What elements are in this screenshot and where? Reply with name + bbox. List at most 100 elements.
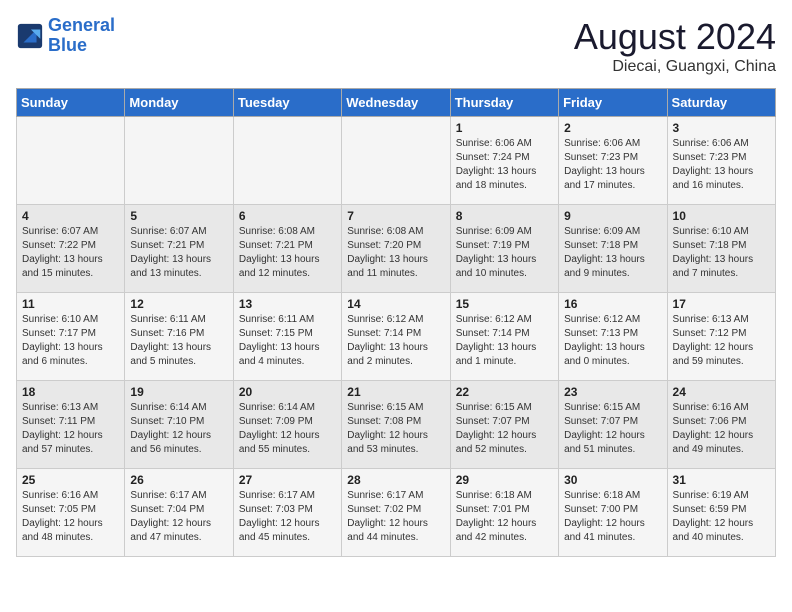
logo-text: General Blue <box>48 16 115 56</box>
day-number: 20 <box>239 385 336 399</box>
column-header-saturday: Saturday <box>667 89 775 117</box>
column-header-wednesday: Wednesday <box>342 89 450 117</box>
calendar-week-3: 11 Sunrise: 6:10 AM Sunset: 7:17 PM Dayli… <box>17 293 776 381</box>
day-number: 6 <box>239 209 336 223</box>
page-header: General Blue August 2024 Diecai, Guangxi… <box>16 16 776 76</box>
cell-content: Sunrise: 6:06 AM Sunset: 7:24 PM Dayligh… <box>456 137 553 193</box>
day-number: 8 <box>456 209 553 223</box>
cell-content: Sunrise: 6:06 AM Sunset: 7:23 PM Dayligh… <box>564 137 661 193</box>
day-number: 27 <box>239 473 336 487</box>
calendar-cell: 17 Sunrise: 6:13 AM Sunset: 7:12 PM Dayli… <box>667 293 775 381</box>
cell-content: Sunrise: 6:08 AM Sunset: 7:20 PM Dayligh… <box>347 225 444 281</box>
cell-content: Sunrise: 6:19 AM Sunset: 6:59 PM Dayligh… <box>673 489 770 545</box>
day-number: 5 <box>130 209 227 223</box>
day-number: 4 <box>22 209 119 223</box>
page-title: August 2024 <box>574 16 776 58</box>
day-number: 25 <box>22 473 119 487</box>
day-number: 31 <box>673 473 770 487</box>
day-number: 2 <box>564 121 661 135</box>
day-number: 15 <box>456 297 553 311</box>
day-number: 3 <box>673 121 770 135</box>
calendar-cell: 8 Sunrise: 6:09 AM Sunset: 7:19 PM Daylig… <box>450 205 558 293</box>
cell-content: Sunrise: 6:14 AM Sunset: 7:09 PM Dayligh… <box>239 401 336 457</box>
calendar-week-4: 18Sunrise: 6:13 AM Sunset: 7:11 PM Dayli… <box>17 381 776 469</box>
day-number: 18 <box>22 385 119 399</box>
cell-content: Sunrise: 6:15 AM Sunset: 7:07 PM Dayligh… <box>564 401 661 457</box>
calendar-cell: 4 Sunrise: 6:07 AM Sunset: 7:22 PM Daylig… <box>17 205 125 293</box>
day-number: 21 <box>347 385 444 399</box>
cell-content: Sunrise: 6:18 AM Sunset: 7:01 PM Dayligh… <box>456 489 553 545</box>
calendar-cell: 13Sunrise: 6:11 AM Sunset: 7:15 PM Dayli… <box>233 293 341 381</box>
day-number: 19 <box>130 385 227 399</box>
calendar-cell <box>125 117 233 205</box>
calendar-cell: 16 Sunrise: 6:12 AM Sunset: 7:13 PM Dayli… <box>559 293 667 381</box>
cell-content: Sunrise: 6:06 AM Sunset: 7:23 PM Dayligh… <box>673 137 770 193</box>
calendar-cell: 23 Sunrise: 6:15 AM Sunset: 7:07 PM Dayli… <box>559 381 667 469</box>
calendar-cell: 7 Sunrise: 6:08 AM Sunset: 7:20 PM Daylig… <box>342 205 450 293</box>
calendar-cell: 28 Sunrise: 6:17 AM Sunset: 7:02 PM Dayli… <box>342 469 450 557</box>
day-number: 17 <box>673 297 770 311</box>
cell-content: Sunrise: 6:11 AM Sunset: 7:15 PM Dayligh… <box>239 313 336 369</box>
cell-content: Sunrise: 6:08 AM Sunset: 7:21 PM Dayligh… <box>239 225 336 281</box>
cell-content: Sunrise: 6:13 AM Sunset: 7:12 PM Dayligh… <box>673 313 770 369</box>
day-number: 30 <box>564 473 661 487</box>
title-block: August 2024 Diecai, Guangxi, China <box>574 16 776 76</box>
column-header-monday: Monday <box>125 89 233 117</box>
calendar-cell: 15Sunrise: 6:12 AM Sunset: 7:14 PM Dayli… <box>450 293 558 381</box>
calendar-cell: 30Sunrise: 6:18 AM Sunset: 7:00 PM Dayli… <box>559 469 667 557</box>
calendar-cell: 6 Sunrise: 6:08 AM Sunset: 7:21 PM Daylig… <box>233 205 341 293</box>
day-number: 14 <box>347 297 444 311</box>
calendar-cell: 14Sunrise: 6:12 AM Sunset: 7:14 PM Dayli… <box>342 293 450 381</box>
calendar-week-2: 4 Sunrise: 6:07 AM Sunset: 7:22 PM Daylig… <box>17 205 776 293</box>
page-subtitle: Diecai, Guangxi, China <box>574 58 776 76</box>
calendar-header-row: SundayMondayTuesdayWednesdayThursdayFrid… <box>17 89 776 117</box>
cell-content: Sunrise: 6:12 AM Sunset: 7:13 PM Dayligh… <box>564 313 661 369</box>
logo: General Blue <box>16 16 115 56</box>
cell-content: Sunrise: 6:17 AM Sunset: 7:04 PM Dayligh… <box>130 489 227 545</box>
day-number: 23 <box>564 385 661 399</box>
day-number: 16 <box>564 297 661 311</box>
day-number: 28 <box>347 473 444 487</box>
cell-content: Sunrise: 6:07 AM Sunset: 7:22 PM Dayligh… <box>22 225 119 281</box>
day-number: 11 <box>22 297 119 311</box>
calendar-week-5: 25 Sunrise: 6:16 AM Sunset: 7:05 PM Dayli… <box>17 469 776 557</box>
calendar-cell: 5Sunrise: 6:07 AM Sunset: 7:21 PM Daylig… <box>125 205 233 293</box>
calendar-cell <box>233 117 341 205</box>
cell-content: Sunrise: 6:10 AM Sunset: 7:17 PM Dayligh… <box>22 313 119 369</box>
day-number: 7 <box>347 209 444 223</box>
cell-content: Sunrise: 6:09 AM Sunset: 7:19 PM Dayligh… <box>456 225 553 281</box>
cell-content: Sunrise: 6:16 AM Sunset: 7:06 PM Dayligh… <box>673 401 770 457</box>
calendar-cell: 26 Sunrise: 6:17 AM Sunset: 7:04 PM Dayli… <box>125 469 233 557</box>
calendar-cell: 9 Sunrise: 6:09 AM Sunset: 7:18 PM Daylig… <box>559 205 667 293</box>
calendar-cell: 29 Sunrise: 6:18 AM Sunset: 7:01 PM Dayli… <box>450 469 558 557</box>
calendar-cell: 19Sunrise: 6:14 AM Sunset: 7:10 PM Dayli… <box>125 381 233 469</box>
calendar-cell: 21Sunrise: 6:15 AM Sunset: 7:08 PM Dayli… <box>342 381 450 469</box>
day-number: 29 <box>456 473 553 487</box>
calendar-cell: 2 Sunrise: 6:06 AM Sunset: 7:23 PM Daylig… <box>559 117 667 205</box>
day-number: 24 <box>673 385 770 399</box>
calendar-cell: 3 Sunrise: 6:06 AM Sunset: 7:23 PM Daylig… <box>667 117 775 205</box>
calendar-cell: 20 Sunrise: 6:14 AM Sunset: 7:09 PM Dayli… <box>233 381 341 469</box>
cell-content: Sunrise: 6:10 AM Sunset: 7:18 PM Dayligh… <box>673 225 770 281</box>
calendar-cell: 10 Sunrise: 6:10 AM Sunset: 7:18 PM Dayli… <box>667 205 775 293</box>
day-number: 12 <box>130 297 227 311</box>
calendar-week-1: 1 Sunrise: 6:06 AM Sunset: 7:24 PM Daylig… <box>17 117 776 205</box>
calendar-cell: 27Sunrise: 6:17 AM Sunset: 7:03 PM Dayli… <box>233 469 341 557</box>
calendar-table: SundayMondayTuesdayWednesdayThursdayFrid… <box>16 88 776 557</box>
day-number: 1 <box>456 121 553 135</box>
calendar-cell: 12 Sunrise: 6:11 AM Sunset: 7:16 PM Dayli… <box>125 293 233 381</box>
cell-content: Sunrise: 6:16 AM Sunset: 7:05 PM Dayligh… <box>22 489 119 545</box>
day-number: 22 <box>456 385 553 399</box>
day-number: 9 <box>564 209 661 223</box>
day-number: 26 <box>130 473 227 487</box>
cell-content: Sunrise: 6:15 AM Sunset: 7:07 PM Dayligh… <box>456 401 553 457</box>
cell-content: Sunrise: 6:09 AM Sunset: 7:18 PM Dayligh… <box>564 225 661 281</box>
calendar-cell: 25 Sunrise: 6:16 AM Sunset: 7:05 PM Dayli… <box>17 469 125 557</box>
calendar-cell: 11 Sunrise: 6:10 AM Sunset: 7:17 PM Dayli… <box>17 293 125 381</box>
day-number: 10 <box>673 209 770 223</box>
calendar-cell <box>342 117 450 205</box>
cell-content: Sunrise: 6:17 AM Sunset: 7:02 PM Dayligh… <box>347 489 444 545</box>
logo-line2: Blue <box>48 35 87 55</box>
column-header-friday: Friday <box>559 89 667 117</box>
cell-content: Sunrise: 6:11 AM Sunset: 7:16 PM Dayligh… <box>130 313 227 369</box>
